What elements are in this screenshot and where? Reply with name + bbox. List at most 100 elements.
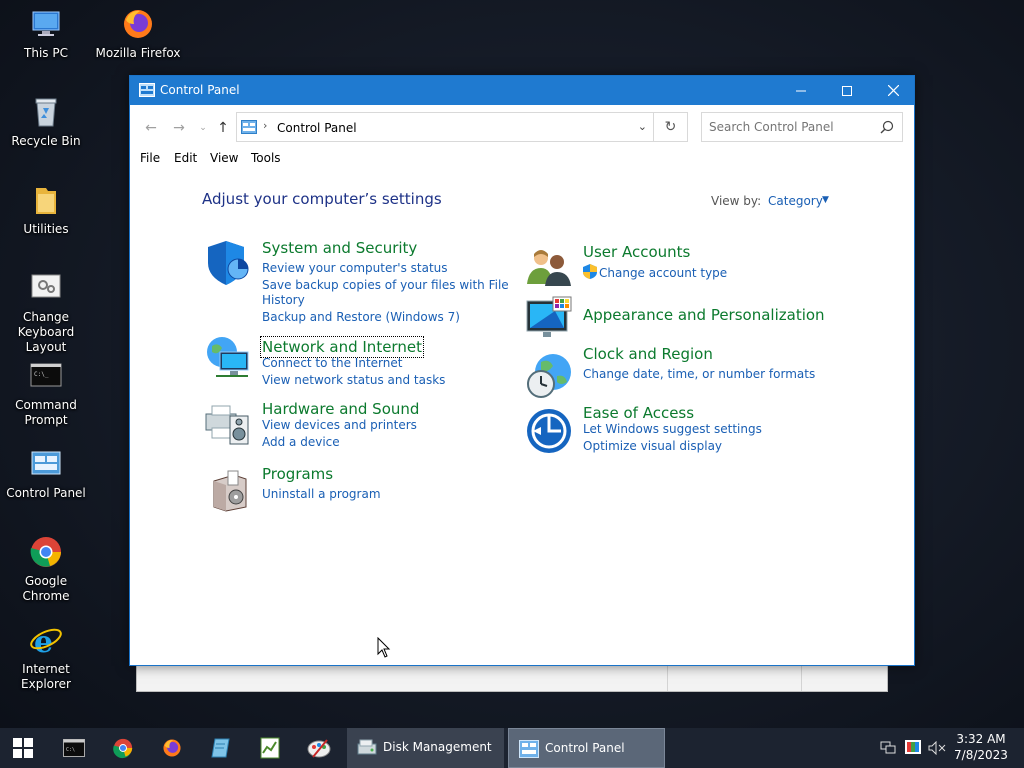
desktop-icon-label: Internet Explorer <box>21 662 71 691</box>
link-devices-printers[interactable]: View devices and printers <box>262 418 417 433</box>
link-save-backup-cont[interactable]: History <box>262 293 305 308</box>
link-windows-suggest[interactable]: Let Windows suggest settings <box>583 422 762 437</box>
control-panel-icon <box>31 451 61 475</box>
terminal-icon: C:\_ <box>30 363 62 387</box>
link-connect-internet[interactable]: Connect to the Internet <box>262 356 402 371</box>
system-clock[interactable]: 3:32 AM 7/8/2023 <box>948 731 1014 763</box>
recent-locations-chevron-icon[interactable]: ⌄ <box>194 119 212 137</box>
network-icon[interactable] <box>880 741 896 755</box>
link-backup-restore[interactable]: Backup and Restore (Windows 7) <box>262 310 460 325</box>
desktop-icon-firefox[interactable]: Mozilla Firefox <box>92 6 184 61</box>
desktop-icon-change-keyboard-layout[interactable]: Change Keyboard Layout <box>0 270 92 355</box>
taskbar-firefox[interactable] <box>155 732 189 764</box>
breadcrumb[interactable]: Control Panel <box>277 121 357 135</box>
desktop-icon-internet-explorer[interactable]: e Internet Explorer <box>0 622 92 692</box>
mouse-cursor-icon <box>377 637 391 658</box>
back-arrow-icon[interactable]: ← <box>142 119 160 137</box>
paint-palette-icon <box>307 739 331 758</box>
title-bar[interactable]: Control Panel <box>130 76 914 105</box>
link-optimize-display[interactable]: Optimize visual display <box>583 439 722 454</box>
windows-logo-icon <box>13 738 33 758</box>
menu-bar: File Edit View Tools <box>130 149 914 169</box>
category-title[interactable]: Ease of Access <box>583 404 694 422</box>
link-uninstall-program[interactable]: Uninstall a program <box>262 487 381 502</box>
clock-date: 7/8/2023 <box>954 748 1008 762</box>
taskbar-notepad[interactable] <box>204 732 238 764</box>
uac-shield-icon <box>583 264 597 279</box>
chart-document-icon <box>260 737 280 759</box>
category-title[interactable]: User Accounts <box>583 243 690 261</box>
desktop-icon-utilities[interactable]: Utilities <box>0 182 92 237</box>
desktop-icon-control-panel[interactable]: Control Panel <box>0 446 92 501</box>
taskbar: C:\ Disk Management Control Panel 3:32 A… <box>0 728 1024 768</box>
taskbar-paint[interactable] <box>302 732 336 764</box>
close-button[interactable] <box>870 76 916 105</box>
category-title[interactable]: Clock and Region <box>583 345 713 363</box>
category-title[interactable]: System and Security <box>262 239 417 257</box>
maximize-icon <box>842 85 852 96</box>
desktop-icon-label: Google Chrome <box>22 574 70 603</box>
up-arrow-icon[interactable]: ↑ <box>214 119 232 137</box>
window-title: Control Panel <box>160 83 240 97</box>
desktop-icon-label: Control Panel <box>6 486 86 500</box>
forward-arrow-icon[interactable]: → <box>170 119 188 137</box>
menu-file[interactable]: File <box>140 151 160 165</box>
taskbar-task-manager[interactable] <box>253 732 287 764</box>
minimize-button[interactable] <box>778 76 824 105</box>
desktop-icon-this-pc[interactable]: This PC <box>0 6 92 61</box>
task-label: Disk Management <box>383 740 492 754</box>
ease-of-access-icon <box>527 409 571 453</box>
link-review-status[interactable]: Review your computer's status <box>262 261 448 276</box>
search-input[interactable] <box>709 114 879 140</box>
start-button[interactable] <box>6 732 40 764</box>
link-add-device[interactable]: Add a device <box>262 435 340 450</box>
menu-view[interactable]: View <box>210 151 238 165</box>
category-title[interactable]: Appearance and Personalization <box>583 306 825 324</box>
clock-time: 3:32 AM <box>956 732 1006 746</box>
category-title[interactable]: Network and Internet <box>260 336 424 358</box>
category-title[interactable]: Programs <box>262 465 333 483</box>
address-dropdown-chevron-icon[interactable]: ⌄ <box>638 120 647 133</box>
view-by-dropdown[interactable]: Category <box>768 194 823 208</box>
svg-text:C:\: C:\ <box>66 747 75 753</box>
breadcrumb-separator-icon: › <box>263 119 268 132</box>
chrome-icon <box>30 537 61 567</box>
refresh-button[interactable]: ↻ <box>654 112 688 142</box>
link-change-account-type[interactable]: Change account type <box>599 266 727 281</box>
menu-tools[interactable]: Tools <box>251 151 281 165</box>
disk-management-icon <box>357 739 377 755</box>
desktop-icon-label: Recycle Bin <box>11 134 81 148</box>
desktop-icon-label: Change Keyboard Layout <box>17 310 75 354</box>
desktop-icon-command-prompt[interactable]: C:\_ Command Prompt <box>0 358 92 428</box>
taskbar-task-control-panel[interactable]: Control Panel <box>508 728 665 768</box>
taskbar-chrome[interactable] <box>106 732 140 764</box>
search-icon[interactable] <box>880 120 894 134</box>
clock-globe-icon <box>527 354 571 398</box>
internet-explorer-icon: e <box>30 625 62 658</box>
menu-edit[interactable]: Edit <box>174 151 197 165</box>
close-icon <box>887 85 899 96</box>
svg-text:C:\_: C:\_ <box>34 371 49 378</box>
volume-muted-icon[interactable] <box>928 741 946 755</box>
link-change-date-time[interactable]: Change date, time, or number formats <box>583 367 815 382</box>
link-save-backup[interactable]: Save backup copies of your files with Fi… <box>262 278 509 293</box>
control-panel-content: Adjust your computer’s settings View by:… <box>130 169 914 665</box>
computer-icon <box>32 11 60 36</box>
printer-speaker-icon <box>205 405 249 445</box>
firefox-icon <box>163 739 181 757</box>
maximize-button[interactable] <box>824 76 870 105</box>
view-by-caret-icon[interactable]: ▼ <box>822 195 829 205</box>
color-display-icon[interactable] <box>905 740 921 754</box>
folder-icon <box>36 188 56 214</box>
search-box[interactable] <box>701 112 903 142</box>
desktop-icon-recycle-bin[interactable]: Recycle Bin <box>0 94 92 149</box>
view-by-label: View by: <box>711 194 762 208</box>
taskbar-command-prompt[interactable]: C:\ <box>57 732 91 764</box>
address-row: ← → ⌄ ↑ › Control Panel ⌄ ↻ <box>130 105 914 149</box>
address-bar[interactable]: › Control Panel ⌄ <box>236 112 654 142</box>
taskbar-task-disk-management[interactable]: Disk Management <box>347 728 504 768</box>
chrome-icon <box>113 738 133 759</box>
link-network-status[interactable]: View network status and tasks <box>262 373 445 388</box>
desktop-icon-google-chrome[interactable]: Google Chrome <box>0 534 92 604</box>
category-title[interactable]: Hardware and Sound <box>262 400 419 418</box>
